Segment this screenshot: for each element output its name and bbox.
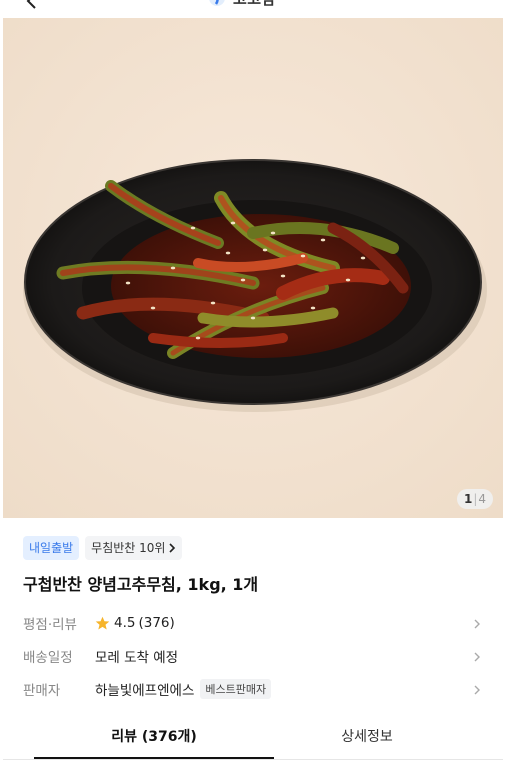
tab-details[interactable]: 상세정보 xyxy=(247,719,487,757)
shipping-label: 배송일정 xyxy=(23,650,73,666)
rating-row[interactable]: 평점·리뷰 4.5 (376) xyxy=(23,610,483,636)
chevron-right-icon xyxy=(474,685,480,695)
product-title: 구첩반찬 양념고추무침, 1kg, 1개 xyxy=(23,575,259,594)
product-image[interactable]: 1|4 xyxy=(3,18,503,518)
review-count: (376) xyxy=(138,615,175,631)
delivery-badge: 내일출발 xyxy=(23,536,80,560)
image-pager: 1|4 xyxy=(456,489,493,509)
store-name[interactable]: 고고삼 xyxy=(233,0,276,9)
seller-label: 판매자 xyxy=(23,683,61,699)
seller-name: 하늘빛에프엔에스 xyxy=(95,683,195,699)
store-logo-icon xyxy=(209,0,225,6)
shipping-row[interactable]: 배송일정 모레 도착 예정 xyxy=(23,643,483,669)
pager-total: 4 xyxy=(478,492,486,506)
best-seller-badge: 베스트판매자 xyxy=(200,679,272,699)
badge-row: 내일출발 무침반찬 10위 xyxy=(23,536,183,560)
rating-value: 4.5 xyxy=(114,615,136,631)
chevron-right-icon xyxy=(474,652,480,662)
product-tabs: 리뷰 (376개) 상세정보 xyxy=(3,719,503,760)
chevron-right-icon xyxy=(169,543,176,553)
rank-badge[interactable]: 무침반찬 10위 xyxy=(85,536,183,560)
rank-badge-label: 무침반찬 10위 xyxy=(91,541,166,555)
shipping-value: 모레 도착 예정 xyxy=(95,650,179,666)
chevron-right-icon xyxy=(474,619,480,629)
product-page: 고고삼 xyxy=(3,0,503,767)
pager-current: 1 xyxy=(463,492,473,506)
rating-label: 평점·리뷰 xyxy=(23,617,77,633)
top-bar: 고고삼 xyxy=(3,0,503,18)
back-icon[interactable] xyxy=(23,0,41,10)
star-icon xyxy=(95,616,110,629)
tab-reviews[interactable]: 리뷰 (376개) xyxy=(34,719,274,759)
seller-row[interactable]: 판매자 하늘빛에프엔에스 베스트판매자 xyxy=(23,676,483,702)
